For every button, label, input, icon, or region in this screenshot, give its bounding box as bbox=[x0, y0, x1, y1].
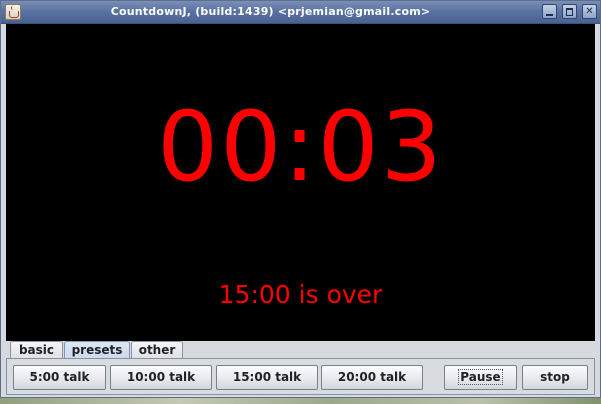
preset-10-talk-button[interactable]: 10:00 talk bbox=[110, 365, 212, 390]
close-icon[interactable]: ✕ bbox=[582, 4, 597, 19]
tab-other[interactable]: other bbox=[131, 341, 183, 359]
title-bar[interactable]: CountdownJ, (build:1439) <prjemian@gmail… bbox=[1, 1, 600, 24]
maximize-icon[interactable] bbox=[562, 4, 577, 19]
preset-5-talk-button[interactable]: 5:00 talk bbox=[13, 365, 106, 390]
tab-basic[interactable]: basic bbox=[10, 341, 63, 359]
preset-15-talk-button[interactable]: 15:00 talk bbox=[216, 365, 318, 390]
desktop-background bbox=[0, 398, 601, 404]
countdown-time: 00:03 bbox=[157, 91, 444, 203]
stop-button[interactable]: stop bbox=[522, 365, 588, 390]
presets-panel: 5:00 talk 10:00 talk 15:00 talk 20:00 ta… bbox=[6, 358, 595, 395]
pause-button[interactable]: Pause bbox=[444, 365, 517, 390]
window-title: CountdownJ, (build:1439) <prjemian@gmail… bbox=[110, 5, 431, 18]
app-window: CountdownJ, (build:1439) <prjemian@gmail… bbox=[0, 0, 601, 398]
countdown-display: 00:03 15:00 is over bbox=[6, 24, 595, 341]
minimize-icon[interactable] bbox=[542, 4, 557, 19]
pause-button-label: Pause bbox=[458, 369, 503, 385]
preset-20-talk-button[interactable]: 20:00 talk bbox=[321, 365, 423, 390]
status-message: 15:00 is over bbox=[218, 280, 383, 309]
